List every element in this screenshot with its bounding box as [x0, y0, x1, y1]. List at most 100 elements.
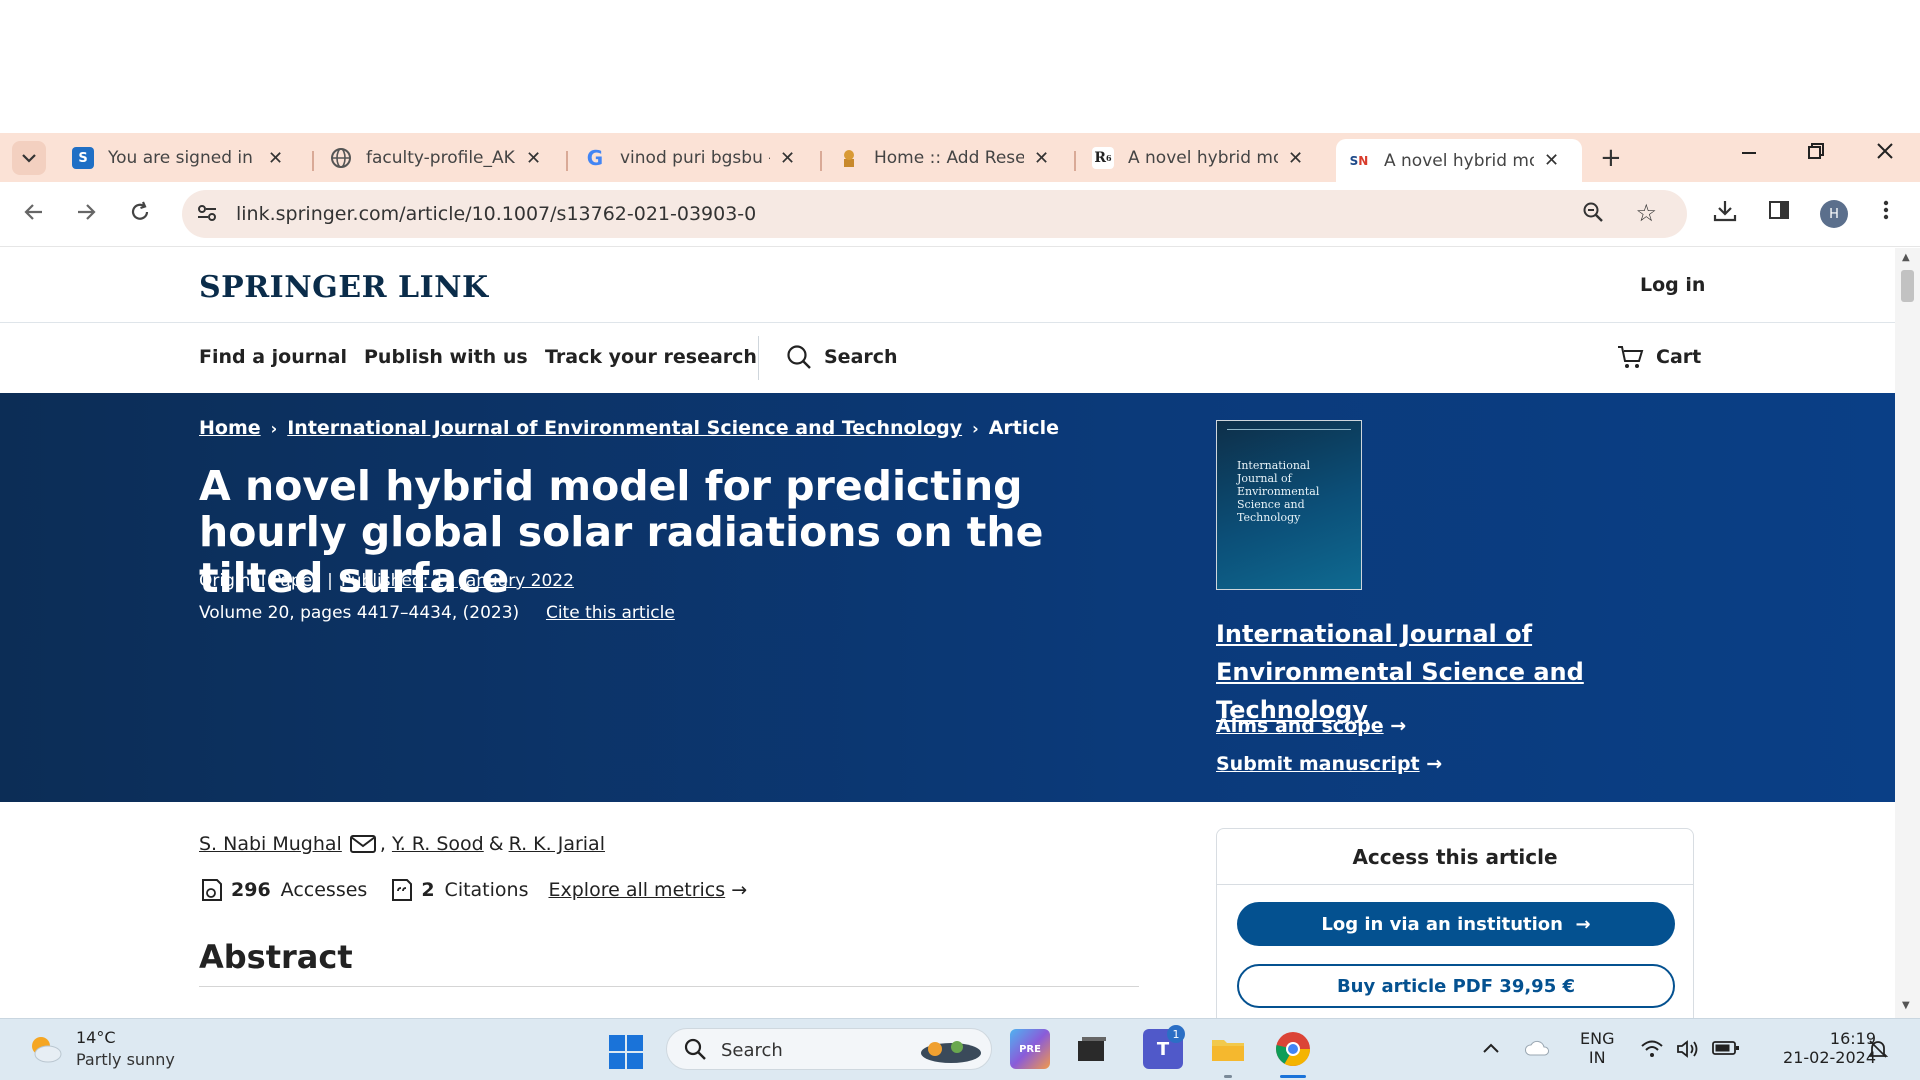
article-hero: Home › International Journal of Environm…	[0, 393, 1895, 802]
article-type: Original Paper	[199, 571, 320, 591]
published-date-link[interactable]: Published: 11 January 2022	[341, 571, 574, 591]
journal-cover-image[interactable]: International Journal of Environmental S…	[1216, 420, 1362, 590]
notification-bell-icon[interactable]	[1866, 1037, 1890, 1066]
tab-faculty-profile[interactable]: faculty-profile_AKL ✕	[318, 139, 553, 177]
minimize-icon[interactable]	[1740, 141, 1758, 167]
partly-sunny-icon[interactable]	[26, 1033, 64, 1065]
side-panel-icon[interactable]	[1767, 198, 1791, 228]
tab-home-add-research[interactable]: Home :: Add Resea ✕	[826, 139, 1061, 177]
tab-researchgate[interactable]: R6 A novel hybrid mo ✕	[1080, 139, 1315, 177]
forward-arrow-icon[interactable]	[74, 200, 98, 230]
windows-start-icon[interactable]	[609, 1035, 643, 1069]
tab-signed-in[interactable]: S You are signed in a ✕	[60, 139, 295, 177]
close-icon[interactable]: ✕	[268, 148, 283, 169]
aims-scope-label: Aims and scope	[1216, 715, 1384, 737]
volume-icon[interactable]	[1676, 1039, 1702, 1064]
globe-icon	[330, 147, 352, 169]
login-link[interactable]: Log in	[1640, 274, 1705, 296]
submit-manuscript-label: Submit manuscript	[1216, 753, 1420, 775]
close-icon[interactable]: ✕	[780, 148, 795, 169]
taskbar-search[interactable]: Search	[666, 1028, 992, 1070]
weather-description[interactable]: Partly sunny	[76, 1050, 175, 1069]
accesses-label: Accesses	[280, 879, 368, 901]
new-tab-plus-icon[interactable]: +	[1600, 143, 1622, 173]
search-icon[interactable]	[786, 344, 812, 370]
address-bar[interactable]: link.springer.com/article/10.1007/s13762…	[182, 190, 1687, 238]
chevron-up-icon[interactable]	[1482, 1039, 1500, 1060]
close-icon[interactable]: ✕	[1544, 150, 1559, 171]
restore-icon[interactable]	[1807, 141, 1825, 167]
explore-metrics-link[interactable]: Explore all metrics	[548, 879, 725, 901]
profile-avatar[interactable]: H	[1820, 200, 1848, 228]
wifi-icon[interactable]	[1640, 1039, 1664, 1064]
tab-search-dropdown[interactable]	[12, 141, 46, 175]
cite-article-link[interactable]: Cite this article	[546, 603, 675, 623]
nav-track-research[interactable]: Track your research	[545, 346, 757, 368]
breadcrumb-home[interactable]: Home	[199, 417, 261, 439]
researchgate-icon: R6	[1092, 147, 1114, 169]
window-close-icon[interactable]	[1875, 141, 1895, 167]
web-page: SPRINGER LINK Log in Find a journal Publ…	[0, 248, 1895, 1018]
file-explorer-icon[interactable]	[1208, 1029, 1248, 1069]
national-emblem-icon	[838, 147, 860, 169]
citations-count: 2	[421, 879, 435, 901]
task-view-icon[interactable]	[1072, 1029, 1112, 1069]
close-icon[interactable]: ✕	[1288, 148, 1303, 169]
citations-label: Citations	[444, 879, 529, 901]
system-clock[interactable]: 16:19 21-02-2024	[1762, 1029, 1876, 1067]
windows-taskbar: 14°C Partly sunny Search PRE T 1 ENG IN	[0, 1018, 1920, 1080]
weather-temperature[interactable]: 14°C	[76, 1028, 116, 1047]
nav-publish[interactable]: Publish with us	[364, 346, 528, 368]
browser-tab-strip: S You are signed in a ✕ faculty-profile_…	[0, 133, 1920, 182]
nav-search[interactable]: Search	[824, 346, 898, 368]
bookmark-star-icon[interactable]: ☆	[1635, 199, 1657, 227]
search-highlight-icon	[921, 1041, 981, 1063]
more-menu-icon[interactable]	[1882, 198, 1890, 228]
site-header: SPRINGER LINK Log in	[0, 248, 1895, 323]
onedrive-cloud-icon[interactable]	[1524, 1039, 1550, 1062]
article-metrics: 296 Accesses 2 Citations Explore all met…	[199, 878, 747, 902]
download-icon[interactable]	[1712, 198, 1738, 230]
author-link[interactable]: R. K. Jarial	[509, 833, 605, 855]
arrow-right-icon: →	[1426, 753, 1443, 775]
login-institution-button[interactable]: Log in via an institution →	[1237, 902, 1675, 946]
nav-find-journal[interactable]: Find a journal	[199, 346, 347, 368]
back-arrow-icon[interactable]	[22, 200, 46, 230]
copilot-icon[interactable]: PRE	[1010, 1029, 1050, 1069]
scroll-down-icon[interactable]: ▼	[1902, 1000, 1910, 1011]
breadcrumb-journal[interactable]: International Journal of Environmental S…	[287, 417, 962, 439]
breadcrumb-current: Article	[988, 417, 1060, 439]
url-text[interactable]: link.springer.com/article/10.1007/s13762…	[236, 203, 756, 225]
journal-name-link[interactable]: International Journal of Environmental S…	[1216, 615, 1696, 729]
buy-pdf-button[interactable]: Buy article PDF 39,95 €	[1237, 964, 1675, 1008]
author-link[interactable]: Y. R. Sood	[392, 833, 484, 855]
site-nav: Find a journal Publish with us Track you…	[0, 324, 1895, 392]
nav-cart[interactable]: Cart	[1656, 346, 1701, 368]
teams-notification-badge: 1	[1167, 1025, 1185, 1043]
aims-scope-link[interactable]: Aims and scope →	[1216, 715, 1406, 737]
close-icon[interactable]: ✕	[526, 148, 541, 169]
tab-springer-active[interactable]: SN A novel hybrid mo ✕	[1336, 139, 1582, 182]
author-link[interactable]: S. Nabi Mughal	[199, 833, 342, 855]
chrome-icon[interactable]	[1273, 1029, 1313, 1069]
browser-toolbar: link.springer.com/article/10.1007/s13762…	[0, 182, 1920, 247]
site-settings-icon[interactable]	[196, 202, 218, 229]
battery-icon[interactable]	[1712, 1039, 1740, 1062]
springer-link-logo[interactable]: SPRINGER LINK	[199, 270, 489, 305]
language-indicator[interactable]: ENG IN	[1580, 1029, 1614, 1067]
scroll-up-icon[interactable]: ▲	[1902, 252, 1910, 263]
tab-google-search[interactable]: G vinod puri bgsbu - ✕	[572, 139, 807, 177]
close-icon[interactable]: ✕	[1034, 148, 1049, 169]
search-icon	[683, 1037, 707, 1067]
reload-icon[interactable]	[128, 200, 152, 230]
tab-label: A novel hybrid mo	[1128, 148, 1278, 168]
cart-icon[interactable]	[1617, 344, 1645, 370]
tab-separator	[312, 151, 314, 171]
mail-icon[interactable]	[349, 834, 376, 854]
submit-manuscript-link[interactable]: Submit manuscript →	[1216, 753, 1442, 775]
tab-label: Home :: Add Resea	[874, 148, 1024, 168]
scrollbar-thumb[interactable]	[1901, 270, 1914, 302]
accesses-icon	[202, 879, 222, 901]
zoom-icon[interactable]	[1581, 200, 1605, 230]
page-scrollbar[interactable]: ▲ ▼	[1895, 248, 1920, 1018]
